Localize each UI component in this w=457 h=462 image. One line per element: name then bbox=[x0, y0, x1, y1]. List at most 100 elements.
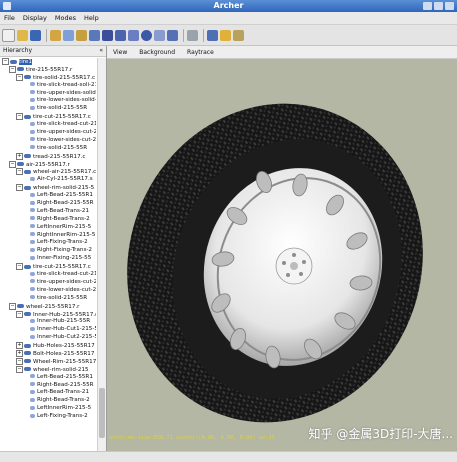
tree-item[interactable]: Air-Cyl-215-55R17.s bbox=[0, 176, 96, 184]
tree-item[interactable]: Left-Bead-Trans-21 bbox=[0, 389, 96, 397]
expander-icon[interactable]: + bbox=[16, 152, 23, 160]
menu-file[interactable]: File bbox=[0, 14, 19, 22]
tree-item[interactable]: − wheel-air-215-55R17.c bbox=[0, 168, 96, 176]
tree-item[interactable]: Right-Fixing-Trans-2 bbox=[0, 247, 96, 255]
wand-icon[interactable] bbox=[233, 29, 244, 41]
tree-item[interactable]: + tread-215-55R17.c bbox=[0, 152, 96, 161]
save-icon[interactable] bbox=[30, 29, 41, 41]
arrow-icon[interactable] bbox=[187, 29, 198, 41]
tree-item[interactable]: Right-Bead-Trans-2 bbox=[0, 397, 96, 405]
tree-item[interactable]: tire-solid-215-55R bbox=[0, 105, 96, 113]
tree-item[interactable]: − wheel-rim-solid-215-5 bbox=[0, 184, 96, 192]
cone-icon[interactable] bbox=[128, 29, 139, 41]
expander-icon[interactable]: − bbox=[16, 73, 23, 81]
tree-item[interactable]: Right-Bead-215-55R bbox=[0, 382, 96, 390]
collapse-panel-button[interactable]: « bbox=[99, 46, 103, 56]
expander-icon[interactable]: − bbox=[16, 184, 23, 192]
expander-icon[interactable]: − bbox=[16, 113, 23, 121]
close-icon[interactable] bbox=[445, 2, 454, 10]
3d-viewport[interactable]: units:mm size:850.71 center:(0.00, 0.00,… bbox=[107, 59, 457, 451]
tree-item[interactable]: tire-slick-tread-cut-215 bbox=[0, 121, 96, 129]
tree-item[interactable]: + Hub-Holes-215-55R17 bbox=[0, 342, 96, 350]
tree-item[interactable]: Right-Bead-Trans-2 bbox=[0, 216, 96, 224]
tree-item[interactable]: Left-Bead-215-55R1 bbox=[0, 374, 96, 382]
hierarchy-tree: − tire1− tire-215-55R17.r − tire-solid-215-5… bbox=[0, 58, 96, 421]
sphere-icon[interactable] bbox=[141, 29, 152, 41]
scrollbar-thumb[interactable] bbox=[99, 388, 105, 438]
tree-item[interactable]: Left-Fixing-Trans-2 bbox=[0, 239, 96, 247]
tree-item[interactable]: + Bolt-Holes-215-55R17 bbox=[0, 349, 96, 358]
expander-icon[interactable]: − bbox=[16, 168, 23, 176]
torus-icon[interactable] bbox=[154, 29, 165, 41]
expander-icon[interactable]: − bbox=[16, 357, 23, 365]
open-folder-icon[interactable] bbox=[17, 29, 28, 41]
pencil-icon[interactable] bbox=[50, 29, 61, 41]
expander-icon[interactable]: − bbox=[16, 263, 23, 271]
expander-icon[interactable]: − bbox=[9, 65, 16, 73]
expander-icon[interactable]: − bbox=[16, 310, 23, 318]
tree-item[interactable]: Left-Bead-215-55R1 bbox=[0, 192, 96, 200]
tree-item[interactable]: RightInnerRim-215-5 bbox=[0, 232, 96, 240]
tab-background[interactable]: Background bbox=[133, 49, 181, 56]
tree-item[interactable]: LeftInnerRim-215-5 bbox=[0, 405, 96, 413]
prism-icon[interactable] bbox=[115, 29, 126, 41]
tree-item[interactable]: − tire-solid-215-55R17.c bbox=[0, 73, 96, 82]
expander-icon[interactable]: + bbox=[16, 342, 23, 350]
expander-icon[interactable]: + bbox=[16, 349, 23, 357]
expander-icon[interactable]: − bbox=[9, 160, 16, 168]
tree-item-label: wheel-215-55R17.r bbox=[26, 303, 80, 310]
expander-icon[interactable]: − bbox=[16, 365, 23, 373]
tab-raytrace[interactable]: Raytrace bbox=[181, 49, 220, 56]
tree-item[interactable]: Left-Bead-Trans-21 bbox=[0, 208, 96, 216]
tree-item[interactable]: Left-Fixing-Trans-2 bbox=[0, 413, 96, 421]
tab-view[interactable]: View bbox=[107, 49, 133, 56]
cube-icon[interactable] bbox=[102, 29, 113, 41]
tree-scrollbar[interactable] bbox=[97, 58, 106, 451]
tree-item[interactable]: tire-lower-sides-cut-21 bbox=[0, 137, 96, 145]
tree-item[interactable]: − tire-cut-215-55R17.c bbox=[0, 113, 96, 121]
tree-item[interactable]: tire-slick-tread-cut-21 bbox=[0, 271, 96, 279]
tree-item[interactable]: tire-upper-sides-cut-21 bbox=[0, 279, 96, 287]
tree-item[interactable]: Inner-Hub-Cut2-215-5 bbox=[0, 334, 96, 342]
edit-icon[interactable] bbox=[76, 29, 87, 41]
tree-item[interactable]: − wheel-rim-solid-215 bbox=[0, 365, 96, 374]
tree-item[interactable]: Inner-Fixing-215-55 bbox=[0, 255, 96, 263]
primitive-dropdown-icon[interactable] bbox=[167, 29, 178, 41]
tree-item[interactable]: tire-upper-sides-cut-21 bbox=[0, 129, 96, 137]
tree-item[interactable]: tire-slick-tread-soli-215 bbox=[0, 82, 96, 90]
tree-item[interactable]: tire-lower-sides-cut-21 bbox=[0, 287, 96, 295]
tree-item-label: Right-Bead-Trans-2 bbox=[37, 215, 90, 222]
tree-item[interactable]: Right-Bead-215-55R bbox=[0, 200, 96, 208]
combination-icon bbox=[24, 351, 31, 356]
menu-help[interactable]: Help bbox=[80, 14, 103, 22]
tree-item[interactable]: Inner-Hub-Cut1-215-5 bbox=[0, 326, 96, 334]
menu-display[interactable]: Display bbox=[19, 14, 51, 22]
tool-icon[interactable] bbox=[220, 29, 231, 41]
tree-item[interactable]: − Inner-Hub-215-55R17.c bbox=[0, 310, 96, 319]
primitive-icon bbox=[30, 255, 35, 260]
menu-modes[interactable]: Modes bbox=[51, 14, 80, 22]
tree-item[interactable]: tire-solid-215-55R bbox=[0, 145, 96, 153]
bolt-hole bbox=[302, 260, 306, 264]
combination-icon bbox=[24, 75, 31, 80]
maximize-icon[interactable] bbox=[434, 2, 443, 10]
tree-item[interactable]: Inner-Hub-215-55R bbox=[0, 318, 96, 326]
tree-item[interactable]: − tire-215-55R17.r bbox=[0, 65, 96, 74]
primitive-icon bbox=[30, 90, 35, 95]
new-icon[interactable] bbox=[2, 28, 15, 42]
select-icon[interactable] bbox=[63, 29, 74, 41]
wireframe-icon[interactable] bbox=[89, 29, 100, 41]
tree-item[interactable]: tire-upper-sides-solid-2 bbox=[0, 90, 96, 98]
tree-item[interactable]: − air-215-55R17.r bbox=[0, 160, 96, 169]
tree-item[interactable]: tire-lower-sides-solid-2 bbox=[0, 97, 96, 105]
expander-icon[interactable]: − bbox=[2, 58, 9, 65]
tree-item[interactable]: LeftInnerRim-215-5 bbox=[0, 224, 96, 232]
tree-item[interactable]: − wheel-215-55R17.r bbox=[0, 302, 96, 311]
minimize-icon[interactable] bbox=[423, 2, 432, 10]
view-icon[interactable] bbox=[207, 29, 218, 41]
tree-item[interactable]: − tire-cut-215-55R17.c bbox=[0, 263, 96, 271]
tree-item[interactable]: − tire1 bbox=[0, 58, 96, 66]
expander-icon[interactable]: − bbox=[9, 302, 16, 310]
tree-item[interactable]: − Wheel-Rim-215-55R17.c bbox=[0, 357, 96, 366]
tree-item[interactable]: tire-solid-215-55R bbox=[0, 295, 96, 303]
